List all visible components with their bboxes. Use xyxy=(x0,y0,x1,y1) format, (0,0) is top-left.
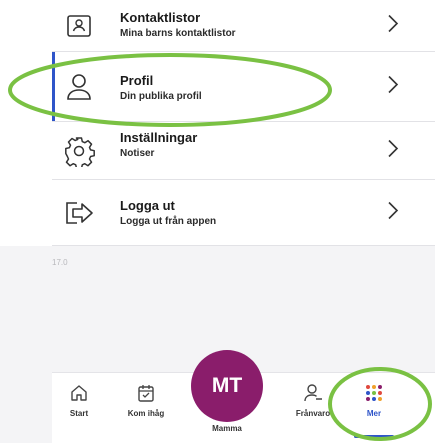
menu-item-title: Inställningar xyxy=(120,130,198,145)
tab-label: Frånvaro xyxy=(295,409,331,418)
menu-item-logga-ut[interactable]: Logga ut Logga ut från appen xyxy=(0,180,435,246)
app-version: 17.0 xyxy=(52,258,68,267)
chevron-right-icon xyxy=(387,14,399,39)
grid-dots-icon xyxy=(365,381,383,405)
menu-list: Kontaktlistor Mina barns kontaktlistor P… xyxy=(0,0,435,246)
tab-start[interactable]: Start xyxy=(44,373,114,443)
avatar-label: Mamma xyxy=(212,424,242,433)
calendar-icon xyxy=(137,381,155,405)
menu-item-title: Profil xyxy=(120,73,154,88)
tab-label: Mer xyxy=(366,409,382,418)
active-tab-underline xyxy=(354,435,394,438)
avatar[interactable]: MT xyxy=(191,350,263,422)
absence-icon xyxy=(303,381,323,405)
divider xyxy=(52,245,435,246)
logout-icon xyxy=(62,196,96,230)
avatar-initials: MT xyxy=(211,374,243,397)
chevron-right-icon xyxy=(387,139,399,164)
chevron-right-icon xyxy=(387,75,399,100)
menu-item-subtitle: Mina barns kontaktlistor xyxy=(120,28,236,39)
tab-label: Start xyxy=(69,409,89,418)
tab-franvaro[interactable]: Frånvaro xyxy=(278,373,348,443)
menu-item-profil[interactable]: Profil Din publika profil xyxy=(0,52,435,122)
menu-item-title: Kontaktlistor xyxy=(120,10,201,25)
tab-label: Kom ihåg xyxy=(127,409,165,418)
menu-item-title: Logga ut xyxy=(120,198,175,213)
home-icon xyxy=(70,381,88,405)
tab-kom-ihag[interactable]: Kom ihåg xyxy=(111,373,181,443)
menu-item-subtitle: Din publika profil xyxy=(120,91,202,102)
menu-item-kontaktlistor[interactable]: Kontaktlistor Mina barns kontaktlistor xyxy=(0,0,435,52)
menu-item-subtitle: Notiser xyxy=(120,148,155,159)
menu-item-installningar[interactable]: Inställningar Notiser xyxy=(0,122,435,180)
gear-icon xyxy=(62,134,96,168)
tab-mer[interactable]: Mer xyxy=(339,373,409,443)
chevron-right-icon xyxy=(387,201,399,226)
menu-item-subtitle: Logga ut från appen xyxy=(120,216,217,227)
contact-card-icon xyxy=(62,9,96,43)
active-indicator xyxy=(52,52,55,122)
person-icon xyxy=(62,70,96,104)
